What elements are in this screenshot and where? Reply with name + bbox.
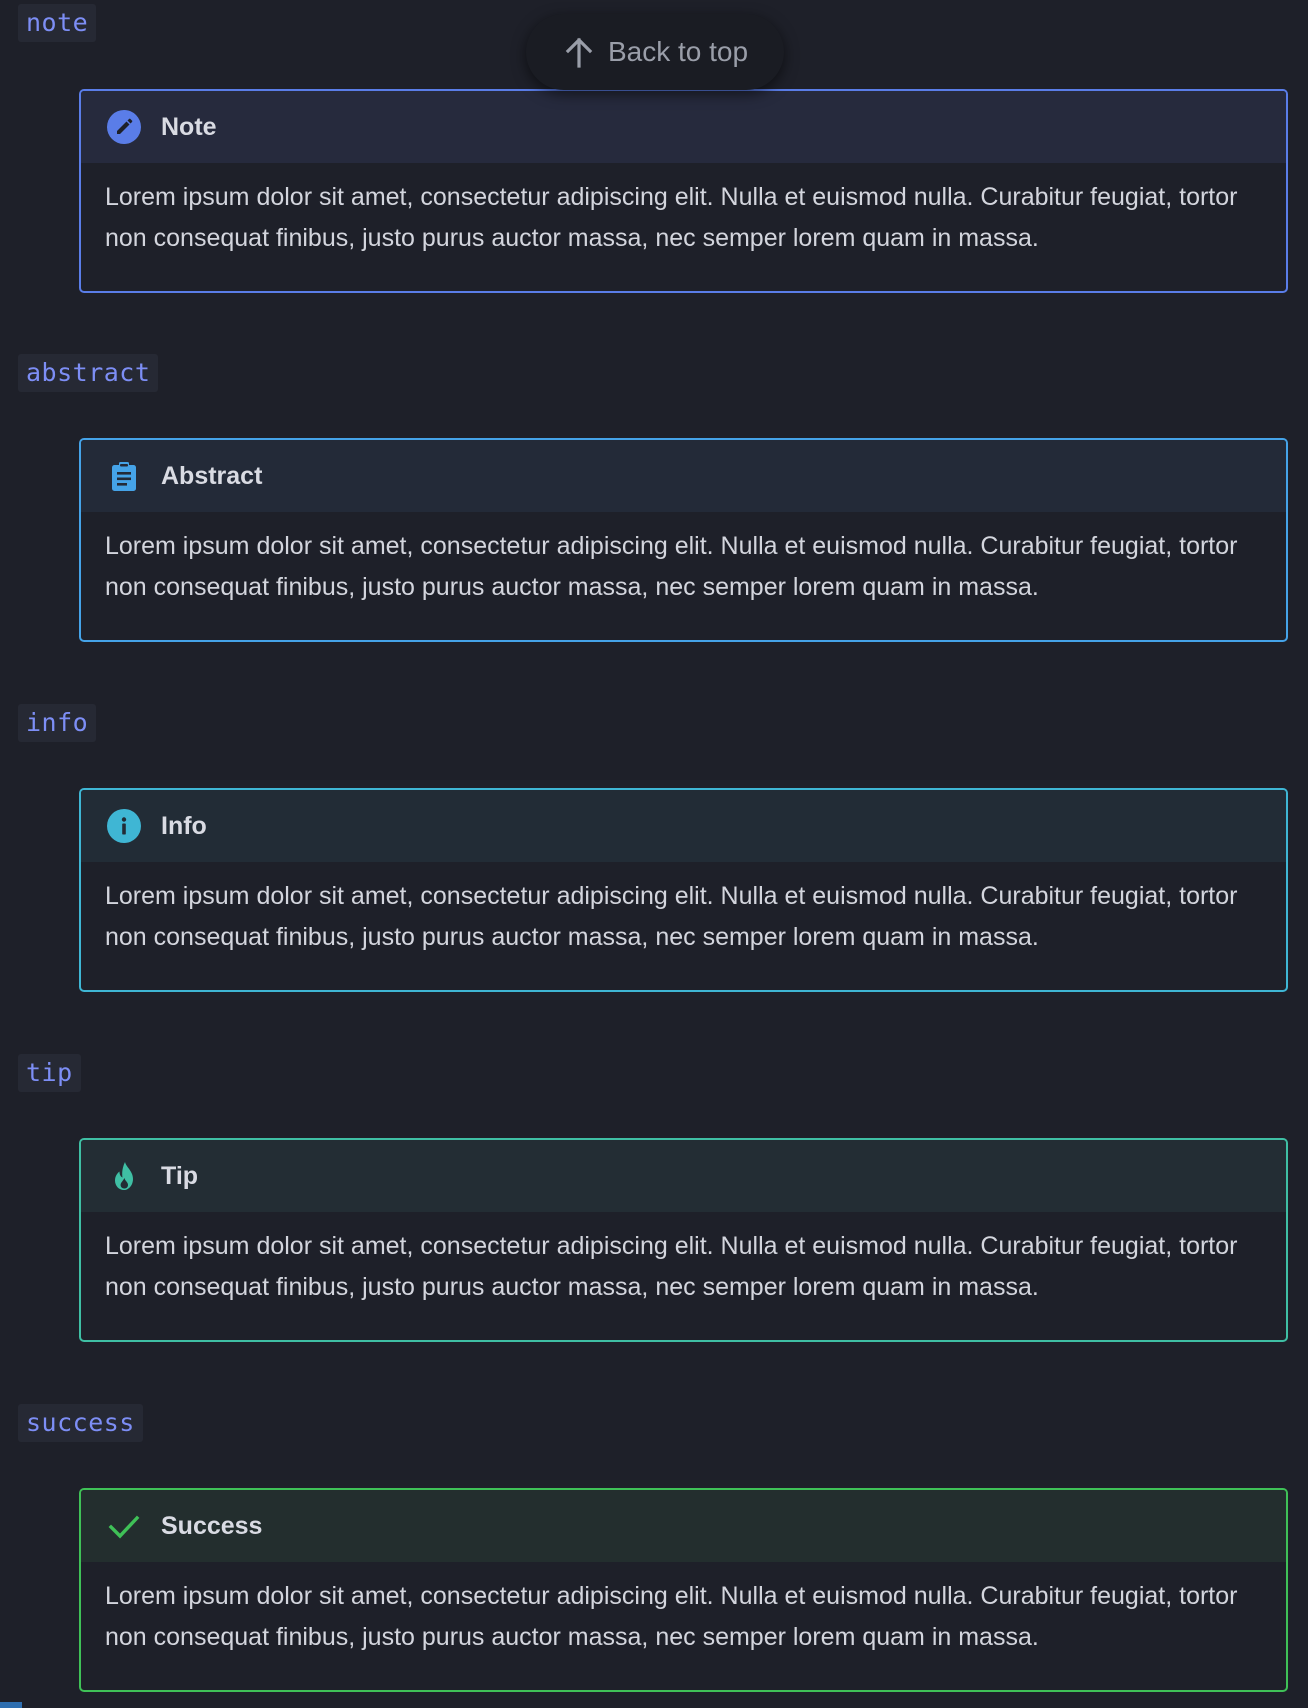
admonition-body: Lorem ipsum dolor sit amet, consectetur … <box>105 882 1238 951</box>
admonition-title: Abstract <box>161 461 263 490</box>
admonition-success: Success Lorem ipsum dolor sit amet, cons… <box>79 1488 1288 1692</box>
check-icon <box>107 1509 141 1543</box>
admonition-info: Info Lorem ipsum dolor sit amet, consect… <box>79 788 1288 992</box>
admonition-header: Abstract <box>81 440 1286 512</box>
code-label-success: success <box>18 1404 143 1442</box>
admonition-title: Tip <box>161 1161 199 1190</box>
admonition-header: Info <box>81 790 1286 862</box>
code-label-note: note <box>18 4 97 42</box>
fire-icon <box>107 1159 141 1193</box>
admonition-tip: Tip Lorem ipsum dolor sit amet, consecte… <box>79 1138 1288 1342</box>
admonition-header: Tip <box>81 1140 1286 1212</box>
arrow-up-icon <box>562 35 596 69</box>
back-to-top-label: Back to top <box>607 36 749 67</box>
scroll-indicator <box>0 1702 22 1708</box>
admonition-header: Note <box>81 91 1286 163</box>
clipboard-icon <box>107 459 141 493</box>
admonition-title: Info <box>161 811 207 840</box>
pencil-icon <box>107 110 141 144</box>
admonition-title: Note <box>161 112 217 141</box>
admonition-body: Lorem ipsum dolor sit amet, consectetur … <box>105 532 1238 601</box>
code-label-abstract: abstract <box>18 354 159 392</box>
code-label-tip: tip <box>18 1054 81 1092</box>
admonition-body: Lorem ipsum dolor sit amet, consectetur … <box>105 183 1238 252</box>
admonition-abstract: Abstract Lorem ipsum dolor sit amet, con… <box>79 438 1288 642</box>
code-label-info: info <box>18 704 97 742</box>
admonition-body: Lorem ipsum dolor sit amet, consectetur … <box>105 1232 1238 1301</box>
admonition-body: Lorem ipsum dolor sit amet, consectetur … <box>105 1582 1238 1651</box>
back-to-top-button[interactable]: Back to top <box>526 14 784 90</box>
info-circle-icon <box>107 809 141 843</box>
admonitions-page: note Note Lorem ipsum dolor sit amet, co… <box>0 0 1308 1708</box>
admonition-title: Success <box>161 1511 263 1540</box>
admonition-header: Success <box>81 1490 1286 1562</box>
admonition-note: Note Lorem ipsum dolor sit amet, consect… <box>79 89 1288 293</box>
